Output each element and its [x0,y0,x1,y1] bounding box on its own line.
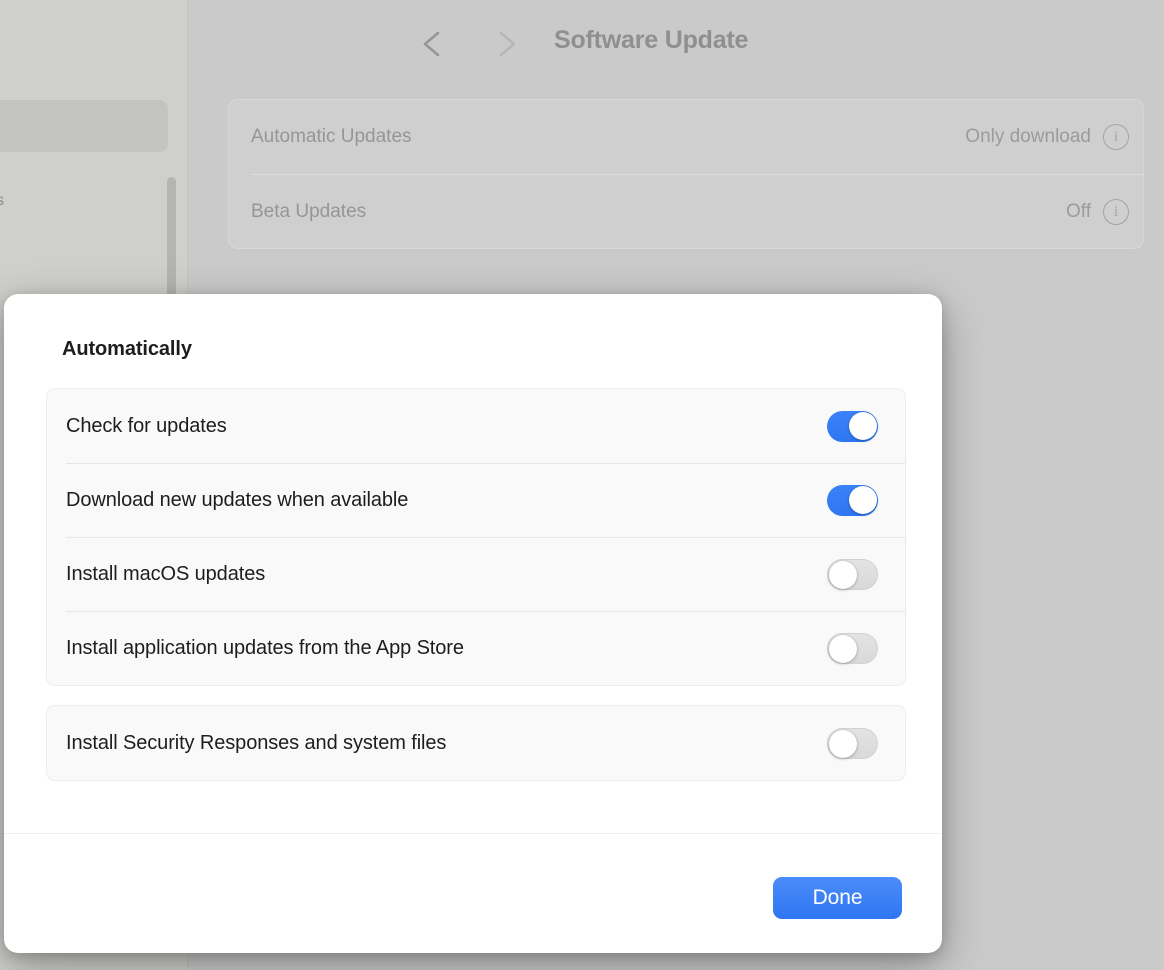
setting-row-install-app-store-updates[interactable]: Install application updates from the App… [47,611,905,685]
row-trailing: Off i [1066,199,1129,225]
settings-group-security: Install Security Responses and system fi… [46,705,906,781]
setting-row-install-security-responses[interactable]: Install Security Responses and system fi… [47,706,905,780]
row-label-automatic-updates: Automatic Updates [251,126,412,148]
setting-row-check-for-updates[interactable]: Check for updates [47,389,905,463]
info-icon[interactable]: i [1103,199,1129,225]
sidebar-item-label-partial: s [0,192,4,210]
row-label-beta-updates: Beta Updates [251,201,366,223]
toggle-install-macos-updates[interactable] [827,559,878,590]
page-title: Software Update [554,26,748,55]
toggle-install-security-responses[interactable] [827,728,878,759]
table-row[interactable]: Automatic Updates Only download i [229,100,1143,174]
setting-label: Install application updates from the App… [66,637,827,660]
toggle-knob [849,412,877,440]
row-trailing: Only download i [965,124,1129,150]
setting-label: Install macOS updates [66,563,827,586]
chevron-left-icon[interactable] [413,24,453,64]
table-row[interactable]: Beta Updates Off i [229,175,1143,249]
automatically-sheet: Automatically Check for updates Download… [4,294,942,953]
setting-label: Install Security Responses and system fi… [66,732,827,755]
sidebar-item-selected[interactable] [0,100,168,152]
toggle-knob [829,635,857,663]
info-icon[interactable]: i [1103,124,1129,150]
toggle-check-for-updates[interactable] [827,411,878,442]
toggle-install-app-store-updates[interactable] [827,633,878,664]
setting-label: Download new updates when available [66,489,827,512]
sheet-title: Automatically [62,338,192,361]
toggle-knob [849,486,877,514]
row-value-automatic-updates: Only download [965,126,1091,148]
row-value-beta-updates: Off [1066,201,1091,223]
setting-row-download-new-updates[interactable]: Download new updates when available [47,463,905,537]
done-button[interactable]: Done [773,877,902,919]
toolbar: Software Update [188,0,1164,88]
footer-divider [4,833,942,834]
chevron-right-icon[interactable] [486,24,526,64]
settings-group-automatic: Check for updates Download new updates w… [46,388,906,686]
background-settings-card: Automatic Updates Only download i Beta U… [228,99,1144,249]
setting-row-install-macos-updates[interactable]: Install macOS updates [47,537,905,611]
toggle-knob [829,730,857,758]
setting-label: Check for updates [66,415,827,438]
toggle-knob [829,561,857,589]
toggle-download-new-updates[interactable] [827,485,878,516]
